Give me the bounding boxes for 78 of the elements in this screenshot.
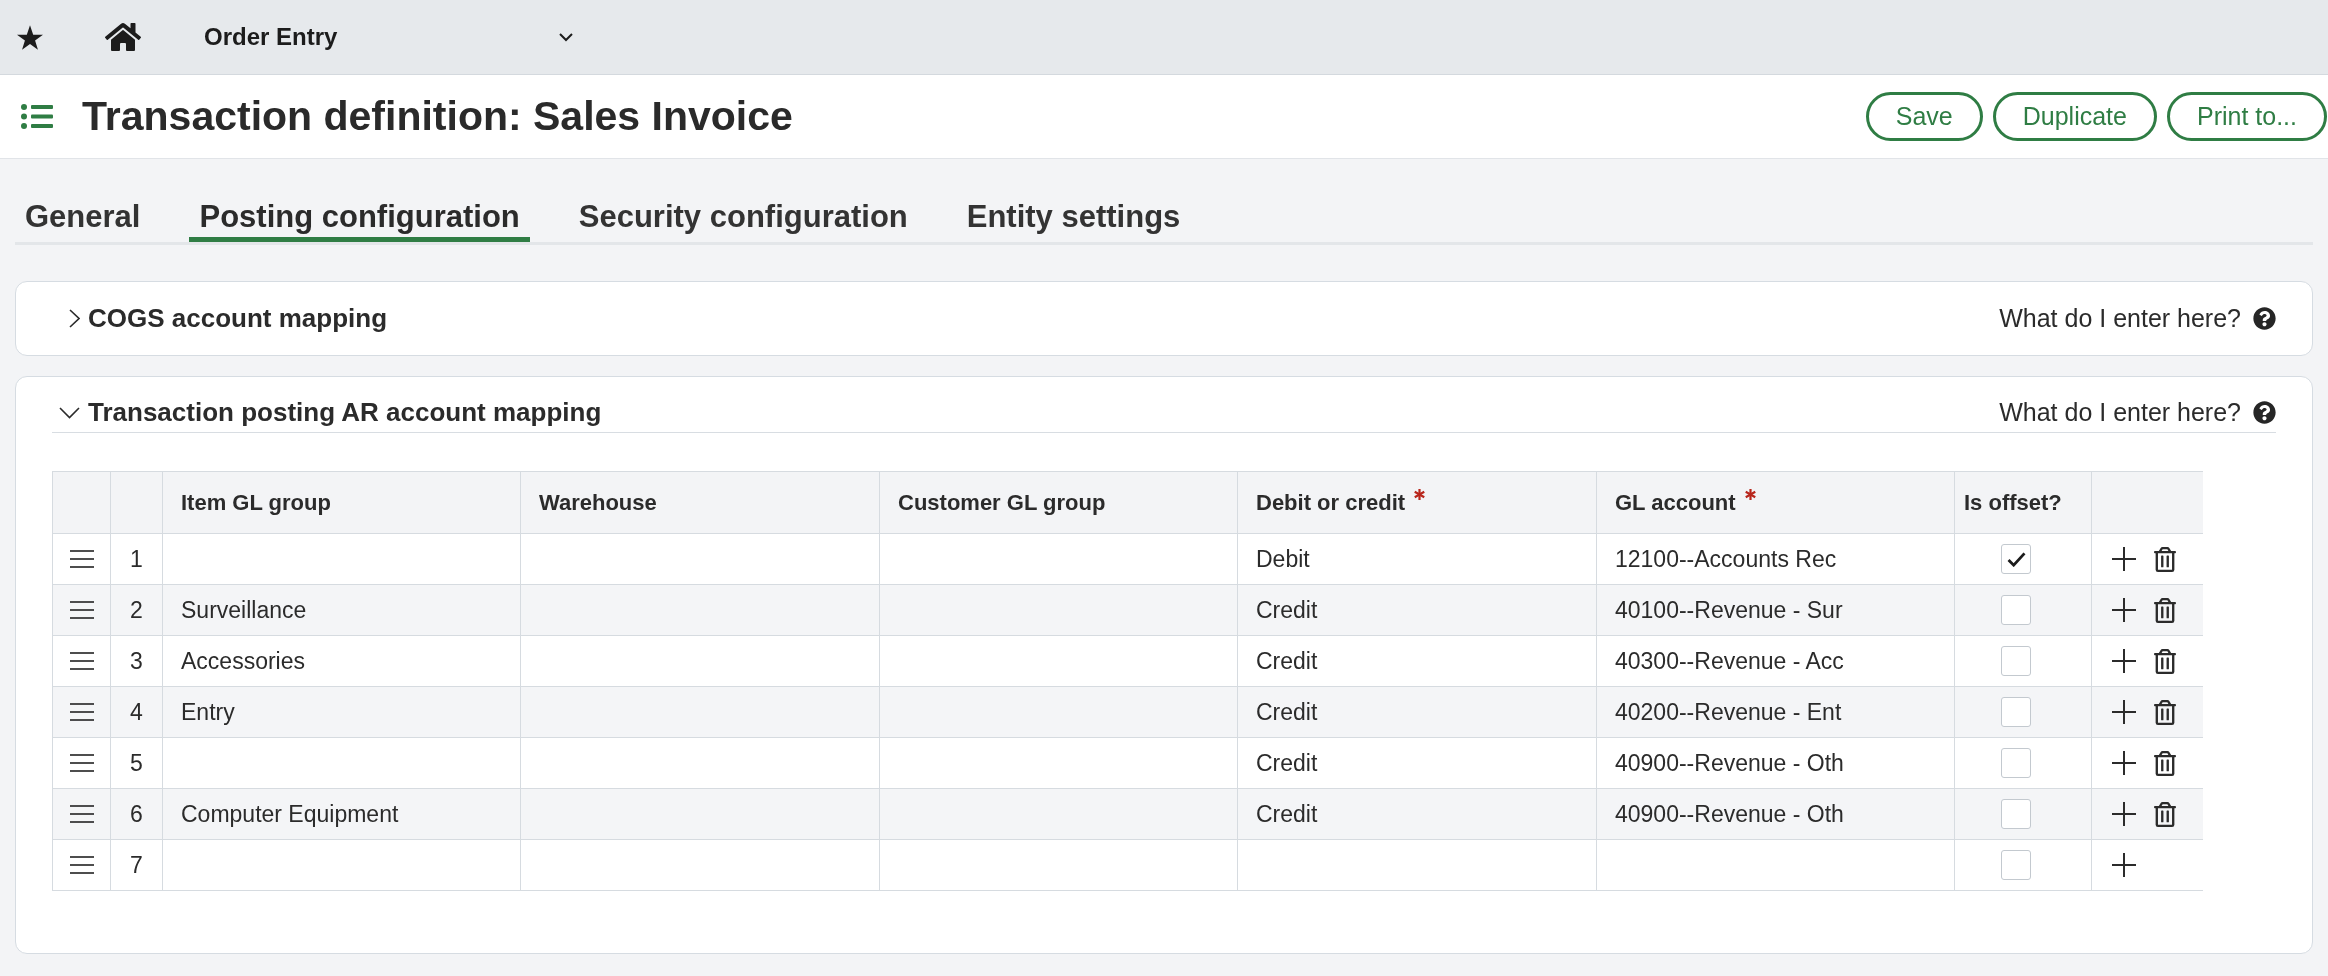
table-cell: Debit (1238, 534, 1597, 584)
table-cell: 40900--Revenue - Oth (1597, 789, 1955, 839)
column-label: Customer GL group (898, 489, 1106, 517)
chevron-down-icon[interactable] (59, 406, 80, 419)
table-cell: Credit (1238, 636, 1597, 686)
chevron-right-icon[interactable] (69, 309, 80, 328)
chevron-down-icon (559, 32, 573, 42)
plus-icon[interactable] (2112, 700, 2136, 724)
hamburger-icon[interactable] (69, 703, 94, 721)
plus-icon[interactable] (2112, 598, 2136, 622)
section-title[interactable]: Transaction posting AR account mapping (88, 393, 602, 432)
row-number: 4 (111, 687, 163, 737)
tab[interactable]: Posting configuration (189, 195, 530, 242)
tab[interactable]: General (15, 195, 151, 242)
table-cell: Credit (1238, 738, 1597, 788)
module-dropdown[interactable]: Order Entry (190, 13, 590, 61)
hamburger-icon[interactable] (69, 856, 94, 874)
tab[interactable]: Entity settings (956, 195, 1191, 242)
plus-icon[interactable] (2112, 802, 2136, 826)
plus-icon[interactable] (2112, 751, 2136, 775)
trash-icon[interactable] (2154, 801, 2176, 827)
row-number: 6 (111, 789, 163, 839)
column-label: Item GL group (181, 489, 331, 517)
trash-icon[interactable] (2154, 699, 2176, 725)
column-label: Debit or credit (1256, 489, 1406, 517)
checkbox[interactable] (2001, 799, 2031, 829)
trash-icon[interactable] (2154, 546, 2176, 572)
table-cell: 40300--Revenue - Acc (1597, 636, 1955, 686)
toolbar-button[interactable]: Print to... (2166, 92, 2327, 141)
checkbox[interactable] (2001, 850, 2031, 880)
table-cell: Accessories (163, 636, 521, 686)
help-icon (2253, 401, 2276, 424)
plus-icon[interactable] (2112, 853, 2136, 877)
row-number: 3 (111, 636, 163, 686)
row-number: 5 (111, 738, 163, 788)
hamburger-icon[interactable] (69, 754, 94, 772)
hamburger-icon[interactable] (69, 601, 94, 619)
page-title: Transaction definition: Sales Invoice (82, 96, 793, 137)
help-icon (2253, 307, 2276, 330)
help-link[interactable]: What do I enter here? (1999, 299, 2276, 338)
row-number: 7 (111, 840, 163, 890)
table-cell: 40900--Revenue - Oth (1597, 738, 1955, 788)
table-cell: Computer Equipment (163, 789, 521, 839)
column-label: GL account (1615, 489, 1736, 517)
trash-icon[interactable] (2154, 750, 2176, 776)
table-cell: Credit (1238, 789, 1597, 839)
star-icon[interactable] (17, 24, 43, 50)
checkbox[interactable] (2001, 748, 2031, 778)
checkbox[interactable] (2001, 697, 2031, 727)
section-title[interactable]: COGS account mapping (88, 299, 388, 338)
trash-icon[interactable] (2154, 597, 2176, 623)
hamburger-icon[interactable] (69, 550, 94, 568)
table-cell: Credit (1238, 585, 1597, 635)
table-cell: Surveillance (163, 585, 521, 635)
tab[interactable]: Security configuration (568, 195, 918, 242)
hamburger-icon[interactable] (69, 805, 94, 823)
toolbar-button[interactable]: Save (1865, 92, 1983, 141)
plus-icon[interactable] (2112, 649, 2136, 673)
plus-icon[interactable] (2112, 547, 2136, 571)
table-cell: 12100--Accounts Rec (1597, 534, 1955, 584)
check-icon (2006, 551, 2026, 567)
checkbox[interactable] (2001, 595, 2031, 625)
trash-icon[interactable] (2154, 648, 2176, 674)
row-number: 2 (111, 585, 163, 635)
table-cell: 40100--Revenue - Sur (1597, 585, 1955, 635)
hamburger-icon[interactable] (69, 652, 94, 670)
toolbar-button[interactable]: Duplicate (1992, 92, 2157, 141)
home-icon[interactable] (105, 21, 141, 53)
table-cell: Entry (163, 687, 521, 737)
column-label: Warehouse (539, 489, 657, 517)
checkbox[interactable] (2001, 646, 2031, 676)
checkbox[interactable] (2001, 544, 2031, 574)
table-cell: 40200--Revenue - Ent (1597, 687, 1955, 737)
help-link[interactable]: What do I enter here? (1999, 393, 2276, 432)
row-number: 1 (111, 534, 163, 584)
column-label: Is offset? (1964, 489, 2062, 517)
list-icon[interactable] (21, 104, 53, 129)
table-cell: Credit (1238, 687, 1597, 737)
